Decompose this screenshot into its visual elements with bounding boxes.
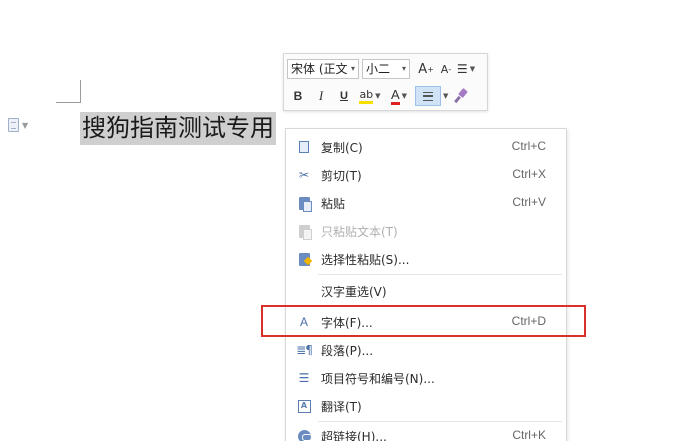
chevron-down-icon: ▼ — [469, 65, 476, 73]
menu-item-paste[interactable]: 粘贴 Ctrl+V — [286, 189, 566, 217]
toolbar-row-font: 宋体 (正文 ▾ 小二 ▾ A + A- ☰ ▼ — [287, 58, 476, 80]
font-size-value: 小二 — [366, 62, 391, 76]
font-color-button[interactable]: A ▼ — [385, 86, 413, 106]
menu-item-shortcut: Ctrl+C — [511, 139, 546, 153]
context-menu: 复制(C) Ctrl+C ✂ 剪切(T) Ctrl+X 粘贴 Ctrl+V 只粘… — [285, 128, 567, 441]
menu-item-cut[interactable]: ✂ 剪切(T) Ctrl+X — [286, 161, 566, 189]
chevron-down-icon: ▾ — [401, 64, 406, 73]
highlight-button[interactable]: ab ▼ — [355, 86, 385, 106]
menu-item-label: 汉字重选(V) — [321, 285, 387, 299]
menu-item-shortcut: Ctrl+K — [512, 428, 546, 441]
line-spacing-button[interactable]: ☰ ▼ — [456, 59, 476, 79]
format-painter-icon — [454, 89, 468, 103]
paste-text-icon — [297, 224, 312, 240]
menu-item-translate[interactable]: A 翻译(T) — [286, 392, 566, 420]
chevron-down-icon[interactable]: ▼ — [443, 92, 448, 100]
font-name-select[interactable]: 宋体 (正文 ▾ — [287, 59, 359, 79]
chevron-down-icon: ▼ — [22, 120, 29, 130]
shrink-font-button[interactable]: A- — [436, 59, 456, 79]
chevron-down-icon: ▼ — [375, 92, 381, 100]
menu-item-hyperlink[interactable]: 超链接(H)... Ctrl+K — [286, 422, 566, 441]
menu-item-label: 选择性粘贴(S)... — [321, 253, 410, 267]
chevron-down-icon: ▼ — [401, 92, 408, 100]
paste-icon — [297, 196, 312, 212]
margin-corner-horizontal — [56, 102, 81, 103]
font-name-value: 宋体 (正文 — [291, 62, 348, 76]
chevron-down-icon: ▾ — [350, 64, 355, 73]
menu-item-paste-text-only[interactable]: 只粘贴文本(T) — [286, 217, 566, 245]
underline-button[interactable]: U — [333, 86, 355, 106]
line-spacing-icon: ☰ — [456, 62, 468, 76]
toolbar-row-format: B I U ab ▼ A ▼ ▼ — [287, 85, 471, 107]
shrink-font-icon: A — [440, 62, 449, 76]
menu-item-label: 复制(C) — [321, 141, 363, 155]
annotation-highlight-box — [261, 305, 586, 337]
highlighter-icon: ab — [359, 88, 374, 104]
floating-mini-toolbar: 宋体 (正文 ▾ 小二 ▾ A + A- ☰ ▼ B I U ab ▼ A ▼ ▼ — [283, 53, 488, 111]
menu-item-label: 项目符号和编号(N)... — [321, 372, 435, 386]
menu-item-label: 超链接(H)... — [321, 430, 387, 441]
paragraph-icon: ≣¶ — [296, 343, 313, 357]
menu-item-copy[interactable]: 复制(C) Ctrl+C — [286, 133, 566, 161]
grow-font-button[interactable]: A + — [416, 59, 436, 79]
grow-font-icon: A — [418, 61, 428, 77]
bold-button[interactable]: B — [287, 86, 309, 106]
selected-document-text[interactable]: 搜狗指南测试专用 — [80, 112, 276, 145]
bullet-list-icon: ☰ — [298, 371, 310, 385]
margin-corner-vertical — [80, 80, 81, 102]
menu-item-label: 翻译(T) — [321, 400, 362, 414]
menu-item-shortcut: Ctrl+X — [512, 167, 546, 181]
font-color-icon: A — [390, 87, 400, 105]
align-icon — [423, 91, 433, 101]
menu-item-paste-special[interactable]: 选择性粘贴(S)... — [286, 245, 566, 273]
document-icon — [8, 118, 19, 132]
paragraph-layout-button[interactable]: ▼ — [8, 117, 38, 133]
menu-item-label: 段落(P)... — [321, 344, 374, 358]
menu-separator — [318, 274, 562, 275]
paste-special-icon — [297, 252, 311, 266]
menu-item-label: 只粘贴文本(T) — [321, 225, 398, 239]
copy-icon — [296, 139, 311, 154]
menu-item-shortcut: Ctrl+V — [512, 195, 546, 209]
format-painter-button[interactable] — [451, 86, 471, 106]
scissors-icon: ✂ — [298, 168, 310, 182]
menu-item-bullets-numbering[interactable]: ☰ 项目符号和编号(N)... — [286, 364, 566, 392]
font-size-select[interactable]: 小二 ▾ — [362, 59, 410, 79]
menu-item-reselect-chars[interactable]: 汉字重选(V) — [286, 277, 566, 305]
menu-item-label: 剪切(T) — [321, 169, 362, 183]
align-button[interactable] — [415, 86, 441, 106]
hyperlink-icon — [297, 429, 312, 441]
italic-button[interactable]: I — [309, 86, 333, 106]
menu-item-label: 粘贴 — [321, 197, 346, 211]
menu-item-paragraph[interactable]: ≣¶ 段落(P)... — [286, 336, 566, 364]
translate-icon: A — [297, 399, 311, 413]
